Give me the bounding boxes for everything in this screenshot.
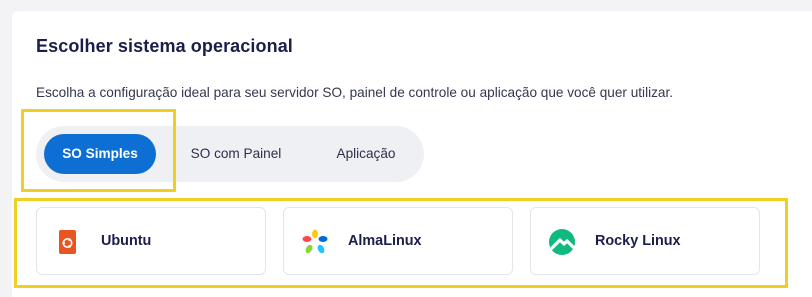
os-card-label: Rocky Linux: [595, 233, 681, 249]
os-card-label: AlmaLinux: [348, 233, 422, 249]
os-card-almalinux[interactable]: AlmaLinux: [283, 207, 513, 275]
section-subtitle: Escolha a configuração ideal para seu se…: [36, 85, 674, 100]
os-card-ubuntu[interactable]: Ubuntu: [36, 207, 266, 275]
almalinux-icon: [301, 228, 329, 256]
tabs-highlight-frame: [21, 109, 176, 192]
tab-so-com-painel[interactable]: SO com Painel: [176, 134, 296, 174]
tab-aplicacao[interactable]: Aplicação: [318, 134, 414, 174]
section-title: Escolher sistema operacional: [36, 36, 293, 56]
rocky-linux-icon: [548, 228, 576, 256]
ubuntu-icon: [54, 228, 82, 256]
os-card-label: Ubuntu: [101, 233, 152, 249]
os-card-rocky-linux[interactable]: Rocky Linux: [530, 207, 760, 275]
